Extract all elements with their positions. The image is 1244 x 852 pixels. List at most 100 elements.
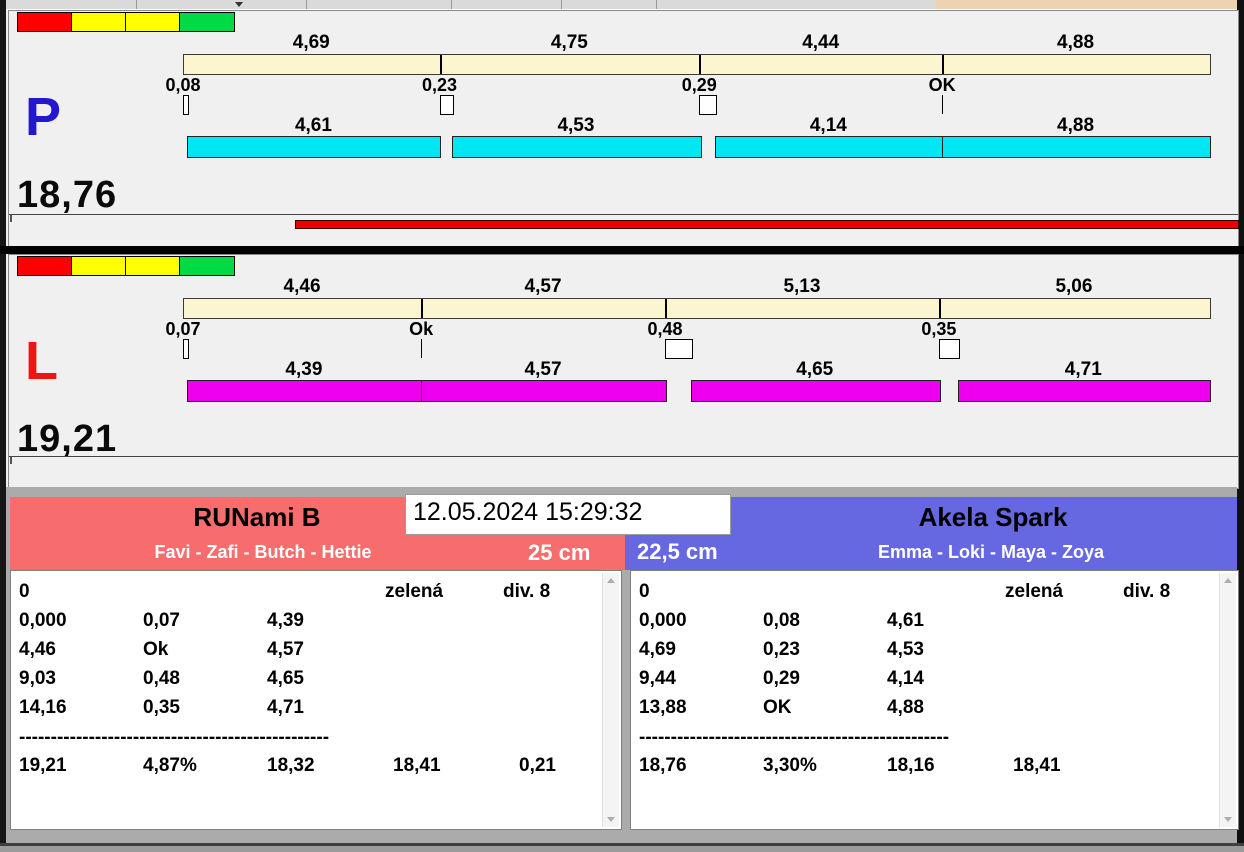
traffic-light — [71, 12, 127, 32]
panel-divider-line — [9, 214, 1238, 215]
split-cell: Ok — [143, 639, 169, 660]
lane-separator-bar — [0, 246, 1244, 254]
split-bar-tick — [421, 299, 424, 318]
window-bottom-strip — [0, 846, 1244, 852]
result-table-right: 0 zelená div. 8 0,000 0,08 4,61 4,69 0,23 4,53 9,… — [630, 570, 1239, 830]
split-cell: 4,71 — [267, 697, 304, 718]
dog-time-bar — [690, 380, 941, 402]
lane-letter: L — [25, 331, 58, 391]
split-cell: 0,08 — [763, 610, 800, 631]
fault-indicator-box — [699, 95, 718, 115]
split-bar-tick — [942, 55, 945, 74]
dog-time-bar — [942, 136, 1211, 158]
split-cell: 0,29 — [763, 668, 800, 689]
ok-tick — [942, 95, 944, 114]
split-time-label: 5,13 — [783, 276, 821, 297]
fault-time-label: 0,35 — [921, 319, 957, 339]
team-dogs: Emma - Loki - Maya - Zoya — [877, 542, 1105, 562]
lane-total-time: 19,21 — [17, 418, 118, 460]
traffic-light — [179, 256, 235, 276]
summary-cell: 18,41 — [393, 755, 441, 776]
split-cell: 13,88 — [639, 697, 687, 718]
dog-time-label: 4,53 — [557, 115, 595, 136]
table-separator: ----------------------------------------… — [639, 727, 950, 748]
status-color-label: zelená — [1005, 581, 1064, 602]
ok-tick — [421, 339, 423, 358]
split-cell: 0,48 — [143, 668, 180, 689]
split-cell: 4,61 — [887, 610, 924, 631]
overrun-progress-bar — [294, 220, 1239, 229]
background-toolbar-strip — [6, 0, 1243, 10]
lane-p-panel: P 4,69 0,08 4,61 4,75 0,23 4,53 4,44 0,29 4,14 4,… — [8, 10, 1239, 248]
status-count: 0 — [19, 581, 30, 602]
fault-time-label: Ok — [409, 319, 434, 339]
panel-divider-line — [9, 456, 1238, 457]
lane-total-time: 18,76 — [17, 174, 118, 216]
split-cell: 4,39 — [267, 610, 304, 631]
scroll-down-icon[interactable] — [1224, 817, 1232, 822]
split-cell: 14,16 — [19, 697, 67, 718]
scroll-up-icon[interactable] — [1224, 578, 1232, 583]
dog-time-label: 4,39 — [285, 359, 323, 380]
split-cell: 0,35 — [143, 697, 180, 718]
vertical-scrollbar[interactable] — [602, 573, 619, 827]
traffic-light — [17, 12, 73, 32]
summary-cell: 19,21 — [19, 755, 67, 776]
dog-time-bar — [715, 136, 944, 158]
split-bar-tick — [938, 299, 941, 318]
split-cell: 4,53 — [887, 639, 924, 660]
split-time-label: 4,57 — [524, 276, 562, 297]
fault-indicator-box — [183, 95, 190, 115]
split-cell: 4,57 — [267, 639, 304, 660]
dog-time-bar — [421, 380, 668, 402]
split-cell: OK — [763, 697, 792, 718]
result-table-left: 0 zelená div. 8 0,000 0,07 4,39 4,46 Ok 4,57 9,03… — [10, 570, 622, 830]
summary-cell: 4,87% — [143, 755, 197, 776]
toolbar-separator — [451, 0, 452, 9]
datetime-text: 12.05.2024 15:29:32 — [413, 498, 643, 526]
dog-time-label: 4,71 — [1064, 359, 1102, 380]
dog-time-bar — [957, 380, 1211, 402]
lane-l-panel: L 4,46 0,07 4,39 4,57 Ok 4,57 5,13 0,48 4,65 5,06… — [8, 254, 1239, 489]
split-bar-tick — [439, 55, 442, 74]
summary-cell: 0,21 — [519, 755, 556, 776]
split-time-label: 4,44 — [802, 32, 840, 53]
status-color-label: zelená — [385, 581, 444, 602]
dog-time-label: 4,65 — [796, 359, 834, 380]
datetime-box: 12.05.2024 15:29:32 — [405, 494, 731, 535]
scroll-up-icon[interactable] — [607, 578, 615, 583]
toolbar-separator — [656, 0, 657, 9]
split-cell: 4,14 — [887, 668, 924, 689]
scroll-down-icon[interactable] — [607, 817, 615, 822]
summary-cell: 18,76 — [639, 755, 687, 776]
split-cell: 4,46 — [19, 639, 56, 660]
split-cell: 0,000 — [19, 610, 67, 631]
fault-indicator-box — [439, 95, 455, 115]
split-cell: 9,03 — [19, 668, 56, 689]
background-window-strip — [936, 0, 1243, 9]
team-name: RUNami B — [193, 502, 321, 532]
fault-time-label: 0,48 — [647, 319, 683, 339]
vertical-scrollbar[interactable] — [1219, 573, 1236, 827]
toolbar-separator — [136, 0, 137, 9]
split-cell: 4,69 — [639, 639, 676, 660]
split-cell: 4,88 — [887, 697, 924, 718]
lane-letter: P — [25, 87, 62, 147]
dog-time-bar — [187, 136, 442, 158]
panel-tick — [10, 215, 12, 222]
traffic-light — [17, 256, 73, 276]
table-separator: ----------------------------------------… — [19, 727, 330, 748]
fault-indicator-box — [665, 339, 693, 359]
summary-cell: 3,30% — [763, 755, 817, 776]
split-bar — [183, 298, 1211, 319]
split-time-label: 4,88 — [1057, 32, 1095, 53]
split-bar — [183, 54, 1211, 75]
team-dogs: Favi - Zafi - Butch - Hettie — [154, 542, 372, 562]
summary-cell: 18,16 — [887, 755, 935, 776]
team-name: Akela Spark — [918, 502, 1068, 532]
split-cell: 0,07 — [143, 610, 180, 631]
dog-time-label: 4,57 — [524, 359, 562, 380]
status-division: div. 8 — [1123, 581, 1171, 602]
status-division: div. 8 — [503, 581, 551, 602]
split-time-label: 4,46 — [283, 276, 321, 297]
